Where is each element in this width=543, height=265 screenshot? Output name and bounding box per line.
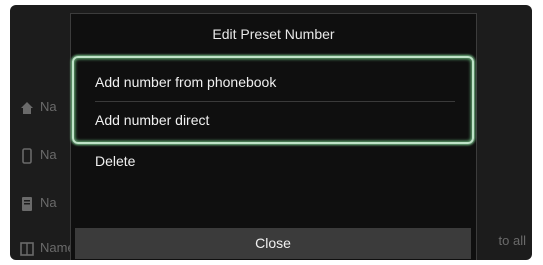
dialog-title: Edit Preset Number [212,26,335,42]
book-icon [20,242,34,256]
delete-item[interactable]: Delete [95,143,135,179]
home-icon [21,102,33,114]
add-from-phonebook-item[interactable]: Add number from phonebook [95,64,276,100]
screen: Na Na Na Name (Mobile) to all Edit Prese… [10,5,532,260]
bg-right-label: to all [498,233,526,248]
add-number-direct-item[interactable]: Add number direct [95,102,209,138]
phone-icon [22,148,32,164]
phonebook-icon [22,197,32,211]
close-button[interactable]: Close [75,228,471,259]
edit-preset-dialog: Edit Preset Number Add number from phone… [70,13,477,260]
